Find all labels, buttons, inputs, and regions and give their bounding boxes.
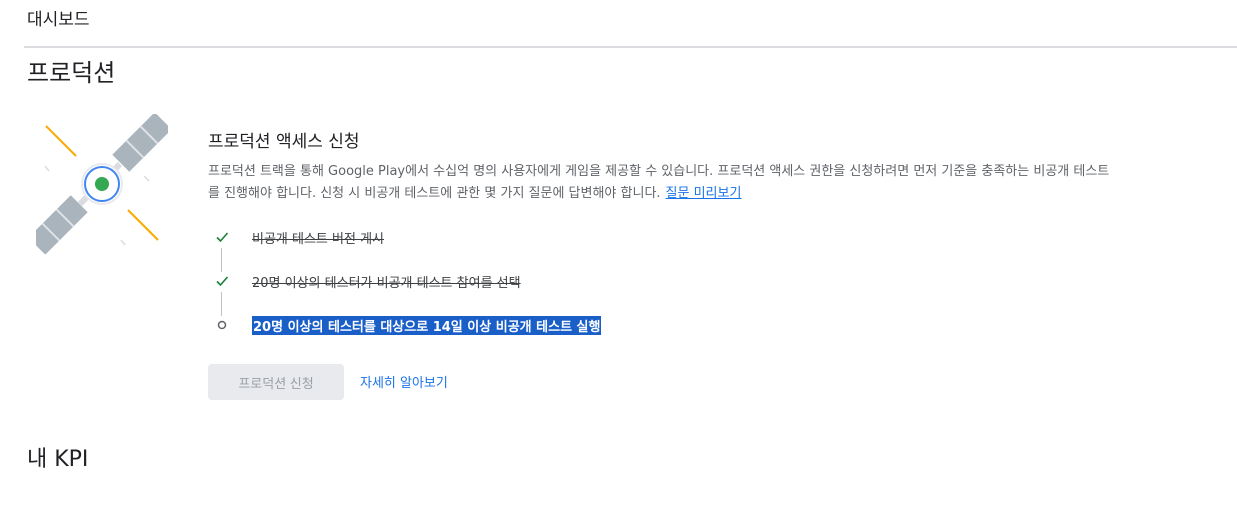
circle-outline-icon — [213, 316, 231, 334]
step-item: 20명 이상의 테스터가 비공개 테스트 참여를 선택 — [213, 270, 521, 292]
step-connector — [221, 248, 222, 272]
card-title: 프로덕션 액세스 신청 — [208, 132, 360, 152]
step-label: 비공개 테스트 버전 게시 — [252, 231, 384, 247]
step-connector — [221, 292, 222, 316]
card-description: 프로덕션 트랙을 통해 Google Play에서 수십억 명의 사용자에게 게… — [208, 161, 1113, 205]
step-label: 20명 이상의 테스터를 대상으로 14일 이상 비공개 테스트 실행 — [252, 315, 602, 335]
step-item: 비공개 테스트 버전 게시 — [213, 226, 384, 248]
check-icon — [213, 272, 231, 290]
learn-more-link[interactable]: 자세히 알아보기 — [360, 372, 448, 391]
section-title: 프로덕션 — [27, 59, 116, 87]
kpi-section-title: 내 KPI — [27, 447, 89, 472]
page: 대시보드 프로덕션 프로덕션 액세스 신청 프로덕션 트랙을 통해 Google… — [0, 0, 1237, 512]
preview-questions-link[interactable]: 질문 미리보기 — [666, 186, 742, 201]
apply-production-button[interactable]: 프로덕션 신청 — [208, 364, 344, 400]
satellite-illustration — [28, 112, 172, 255]
step-item: 20명 이상의 테스터를 대상으로 14일 이상 비공개 테스트 실행 — [213, 314, 602, 336]
check-icon — [213, 228, 231, 246]
breadcrumb[interactable]: 대시보드 — [27, 5, 90, 30]
step-label: 20명 이상의 테스터가 비공개 테스트 참여를 선택 — [252, 275, 521, 291]
description-text: 프로덕션 트랙을 통해 Google Play에서 수십억 명의 사용자에게 게… — [208, 164, 1110, 201]
header-divider — [24, 46, 1237, 48]
